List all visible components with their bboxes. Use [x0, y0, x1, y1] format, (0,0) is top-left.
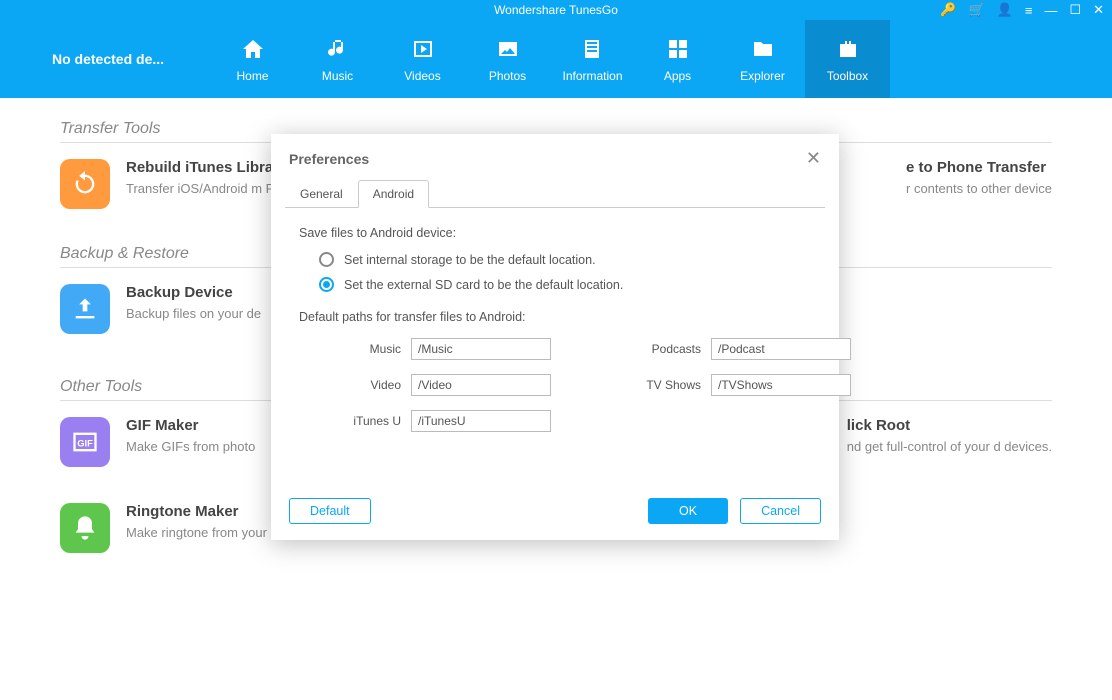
- radio-label: Set the external SD card to be the defau…: [344, 278, 623, 292]
- cancel-button[interactable]: Cancel: [740, 498, 821, 524]
- radio-icon: [319, 252, 334, 267]
- preferences-dialog: Preferences ✕ General Android Save files…: [271, 134, 839, 540]
- tab-android[interactable]: Android: [358, 180, 429, 208]
- radio-internal-storage[interactable]: Set internal storage to be the default l…: [319, 252, 811, 267]
- path-podcasts-input[interactable]: [711, 338, 851, 360]
- path-itunesu-label: iTunes U: [319, 414, 411, 428]
- path-tvshows-label: TV Shows: [619, 378, 711, 392]
- path-tvshows-input[interactable]: [711, 374, 851, 396]
- tab-general[interactable]: General: [285, 180, 358, 208]
- dialog-close-icon[interactable]: ✕: [806, 148, 821, 169]
- path-video-input[interactable]: [411, 374, 551, 396]
- path-itunesu-input[interactable]: [411, 410, 551, 432]
- ok-button[interactable]: OK: [648, 498, 728, 524]
- paths-heading: Default paths for transfer files to Andr…: [299, 310, 811, 324]
- dialog-title: Preferences: [289, 151, 369, 167]
- path-music-label: Music: [319, 342, 411, 356]
- dialog-overlay: Preferences ✕ General Android Save files…: [0, 0, 1112, 700]
- path-music-input[interactable]: [411, 338, 551, 360]
- radio-icon: [319, 277, 334, 292]
- path-video-label: Video: [319, 378, 411, 392]
- path-podcasts-label: Podcasts: [619, 342, 711, 356]
- save-location-label: Save files to Android device:: [299, 226, 811, 240]
- dialog-tabs: General Android: [285, 179, 825, 208]
- radio-external-sd[interactable]: Set the external SD card to be the defau…: [319, 277, 811, 292]
- radio-label: Set internal storage to be the default l…: [344, 253, 596, 267]
- default-button[interactable]: Default: [289, 498, 371, 524]
